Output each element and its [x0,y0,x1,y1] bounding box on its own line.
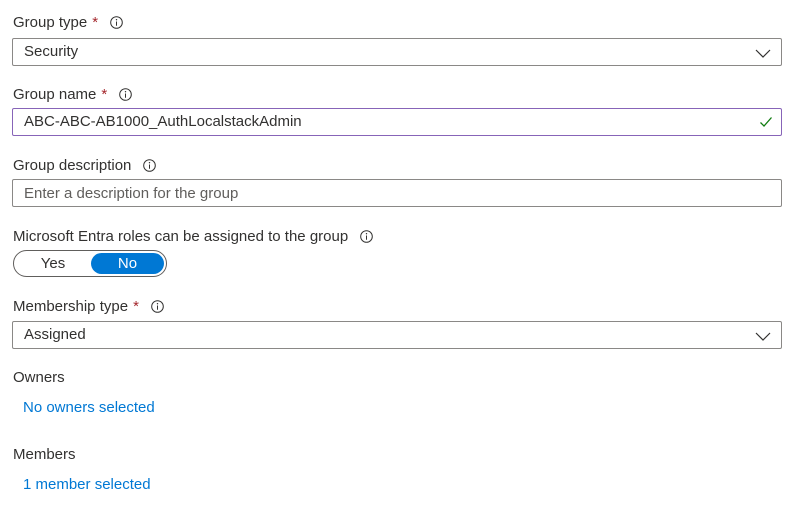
toggle-option-yes[interactable]: Yes [16,253,90,274]
info-icon[interactable] [110,15,123,29]
group-description-input[interactable] [13,180,781,206]
membership-type-dropdown[interactable]: Assigned [12,321,782,349]
group-type-label: Group type [13,13,88,31]
group-type-value: Security [24,43,79,60]
entra-roles-label-row: Microsoft Entra roles can be assigned to… [13,226,373,246]
membership-type-label: Membership type [13,297,129,315]
info-icon[interactable] [143,158,157,172]
members-label-row: Members [13,444,76,464]
membership-type-value: Assigned [24,326,86,343]
chevron-down-icon [755,329,771,341]
chevron-down-icon [755,46,771,58]
entra-roles-label: Microsoft Entra roles can be assigned to… [13,227,349,245]
owners-link[interactable]: No owners selected [23,399,155,416]
membership-type-label-row: Membership type * [13,296,164,316]
members-label: Members [13,445,76,463]
group-name-input-box[interactable]: ABC-ABC-AB1000_AuthLocalstackAdmin [12,108,782,136]
toggle-option-no[interactable]: No [91,253,164,274]
group-description-label: Group description [13,156,132,174]
owners-label-row: Owners [13,367,65,387]
required-asterisk: * [101,85,108,103]
group-description-label-row: Group description [13,155,157,175]
owners-label: Owners [13,368,65,386]
info-icon[interactable] [151,299,164,313]
group-type-dropdown[interactable]: Security [12,38,782,66]
entra-roles-toggle[interactable]: Yes No [13,250,167,277]
group-type-label-row: Group type * [13,12,123,32]
checkmark-icon [759,115,773,129]
info-icon[interactable] [119,87,133,101]
group-name-label-row: Group name * [13,84,133,104]
members-link[interactable]: 1 member selected [23,476,151,493]
info-icon[interactable] [360,229,373,243]
group-description-field[interactable] [12,179,782,207]
group-name-label: Group name [13,85,97,103]
required-asterisk: * [92,13,99,31]
required-asterisk: * [133,297,139,315]
group-name-value[interactable]: ABC-ABC-AB1000_AuthLocalstackAdmin [24,109,302,135]
